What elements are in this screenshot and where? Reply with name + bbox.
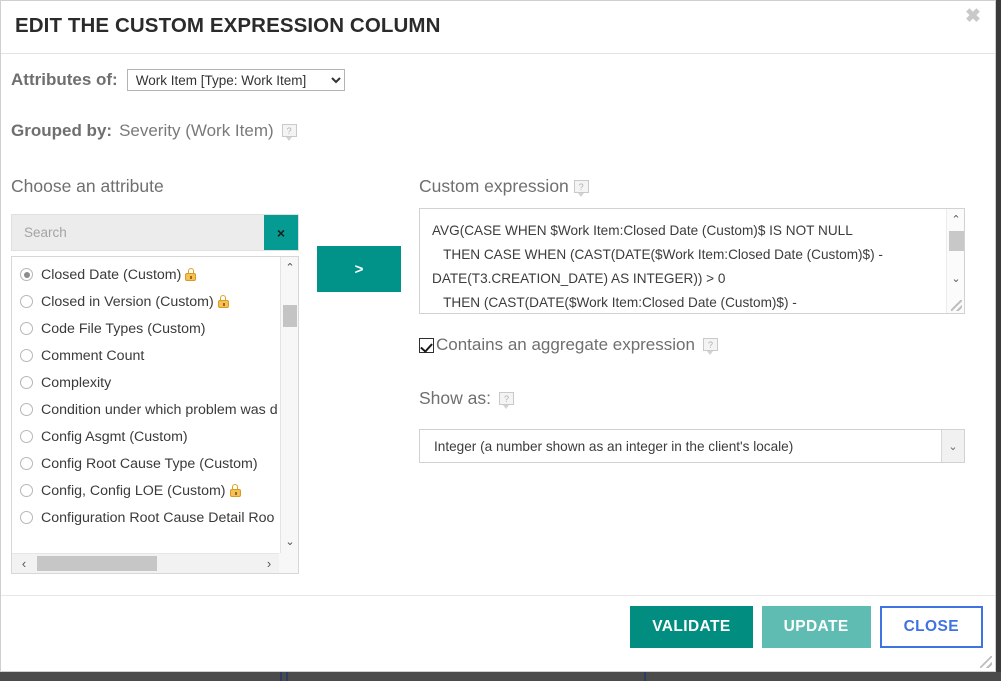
horizontal-scroll-thumb[interactable] bbox=[37, 556, 157, 571]
attribute-listbox[interactable]: Closed Date (Custom) Closed in Version (C… bbox=[11, 256, 299, 574]
grouped-by-value: Severity (Work Item) bbox=[119, 121, 274, 140]
attribute-option[interactable]: Config Root Cause Type (Custom) bbox=[12, 450, 281, 477]
attribute-option[interactable]: Condition under which problem was d bbox=[12, 396, 281, 423]
attributes-of-row: Attributes of: Work Item [Type: Work Ite… bbox=[11, 69, 345, 91]
dialog-header: EDIT THE CUSTOM EXPRESSION COLUMN ✖ bbox=[1, 1, 995, 54]
scroll-up-icon[interactable]: ⌃ bbox=[947, 212, 964, 228]
scroll-down-icon[interactable]: ⌄ bbox=[947, 271, 964, 287]
textarea-resize-handle[interactable] bbox=[951, 300, 962, 311]
help-icon-show-as[interactable]: ? bbox=[498, 391, 514, 409]
lock-icon bbox=[229, 484, 241, 497]
help-icon-glyph: ? bbox=[702, 338, 718, 351]
attribute-list-horizontal-scrollbar[interactable]: ‹ › bbox=[12, 553, 281, 573]
attribute-option-radio[interactable] bbox=[20, 403, 33, 416]
footer-divider bbox=[1, 595, 995, 596]
attribute-option-radio[interactable] bbox=[20, 322, 33, 335]
attribute-option-radio[interactable] bbox=[20, 484, 33, 497]
show-as-label: Show as: bbox=[419, 388, 491, 408]
attribute-option-radio[interactable] bbox=[20, 511, 33, 524]
scroll-left-icon[interactable]: ‹ bbox=[15, 554, 33, 573]
show-as-row: Show as: ? bbox=[419, 388, 514, 409]
custom-expression-field: AVG(CASE WHEN $Work Item:Closed Date (Cu… bbox=[419, 208, 965, 314]
attribute-option-radio[interactable] bbox=[20, 349, 33, 362]
help-icon-aggregate[interactable]: ? bbox=[702, 338, 718, 355]
expression-vertical-scrollbar[interactable]: ⌃ ⌄ bbox=[946, 209, 964, 313]
page-title: EDIT THE CUSTOM EXPRESSION COLUMN bbox=[15, 14, 441, 37]
close-button[interactable]: CLOSE bbox=[879, 606, 983, 648]
attribute-option-label: Comment Count bbox=[41, 347, 145, 364]
attribute-option-label: Config Asgmt (Custom) bbox=[41, 428, 188, 445]
attributes-of-select[interactable]: Work Item [Type: Work Item] bbox=[126, 69, 345, 91]
lock-icon bbox=[185, 268, 197, 281]
attribute-option-label: Complexity bbox=[41, 374, 112, 391]
custom-expression-title-text: Custom expression bbox=[419, 176, 569, 196]
attribute-option[interactable]: Closed Date (Custom) bbox=[12, 261, 281, 288]
scrollbar-tick bbox=[286, 672, 288, 681]
help-icon-glyph: ? bbox=[281, 124, 297, 137]
attribute-option-radio[interactable] bbox=[20, 457, 33, 470]
attribute-option-radio[interactable] bbox=[20, 430, 33, 443]
vertical-scroll-thumb[interactable] bbox=[949, 231, 964, 251]
attribute-option-label: Configuration Root Cause Detail Roo bbox=[41, 509, 275, 526]
help-icon-tail bbox=[285, 137, 292, 141]
attribute-option[interactable]: Configuration Root Cause Detail Roo bbox=[12, 504, 281, 531]
attribute-option[interactable]: Closed in Version (Custom) bbox=[12, 288, 281, 315]
attribute-option-label: Code File Types (Custom) bbox=[41, 320, 206, 337]
help-icon-glyph: ? bbox=[498, 391, 514, 405]
attribute-option-label: Closed Date (Custom) bbox=[41, 266, 182, 283]
scroll-down-icon[interactable]: ⌄ bbox=[281, 533, 298, 551]
attribute-option-label: Config Root Cause Type (Custom) bbox=[41, 455, 258, 472]
attribute-option[interactable]: Config, Config LOE (Custom) bbox=[12, 477, 281, 504]
vertical-scroll-thumb[interactable] bbox=[283, 305, 297, 327]
clear-search-button[interactable]: × bbox=[264, 215, 298, 250]
help-icon-tail bbox=[577, 193, 584, 197]
attribute-list-vertical-scrollbar[interactable]: ⌃ ⌄ bbox=[280, 257, 298, 553]
scroll-right-icon[interactable]: › bbox=[260, 554, 278, 573]
show-as-selected-value: Integer (a number shown as an integer in… bbox=[434, 438, 794, 454]
attribute-option[interactable]: Code File Types (Custom) bbox=[12, 315, 281, 342]
help-icon-tail bbox=[502, 404, 509, 409]
edit-custom-expression-dialog: EDIT THE CUSTOM EXPRESSION COLUMN ✖ Attr… bbox=[0, 0, 996, 672]
help-icon-glyph: ? bbox=[573, 180, 589, 193]
search-input[interactable] bbox=[12, 215, 264, 250]
custom-expression-title: Custom expression ? bbox=[419, 176, 589, 197]
choose-attribute-title: Choose an attribute bbox=[11, 176, 164, 196]
scrollbar-tick bbox=[644, 672, 646, 681]
help-icon-custom-expression[interactable]: ? bbox=[573, 180, 589, 197]
custom-expression-textarea[interactable]: AVG(CASE WHEN $Work Item:Closed Date (Cu… bbox=[420, 209, 948, 313]
update-button[interactable]: UPDATE bbox=[761, 606, 871, 648]
attribute-option-radio[interactable] bbox=[20, 376, 33, 389]
attribute-option-radio[interactable] bbox=[20, 295, 33, 308]
move-right-button[interactable]: > bbox=[317, 246, 401, 292]
attribute-option-label: Config, Config LOE (Custom) bbox=[41, 482, 226, 499]
grouped-by-row: Grouped by: Severity (Work Item) ? bbox=[11, 121, 297, 141]
dialog-footer: VALIDATE UPDATE CLOSE bbox=[1, 606, 995, 671]
help-icon-tail bbox=[706, 351, 713, 355]
grouped-by-label: Grouped by: bbox=[11, 121, 113, 140]
dialog-resize-handle[interactable] bbox=[980, 656, 992, 668]
show-as-select[interactable]: Integer (a number shown as an integer in… bbox=[419, 429, 965, 463]
attribute-option[interactable]: Config Asgmt (Custom) bbox=[12, 423, 281, 450]
attributes-of-label: Attributes of: bbox=[11, 70, 118, 89]
close-icon[interactable]: ✖ bbox=[961, 5, 985, 29]
lock-icon bbox=[217, 295, 229, 308]
scrollbar-corner bbox=[279, 553, 298, 573]
attribute-option-label: Closed in Version (Custom) bbox=[41, 293, 214, 310]
attribute-option-label: Condition under which problem was d bbox=[41, 401, 278, 418]
aggregate-expression-label: Contains an aggregate expression bbox=[436, 335, 695, 354]
scroll-up-icon[interactable]: ⌃ bbox=[281, 259, 298, 277]
scrollbar-tick bbox=[280, 672, 282, 681]
attribute-search-box: × bbox=[11, 214, 299, 251]
attribute-option-radio[interactable] bbox=[20, 268, 33, 281]
aggregate-expression-checkbox[interactable] bbox=[419, 337, 434, 353]
validate-button[interactable]: VALIDATE bbox=[630, 606, 753, 648]
page-horizontal-scrollbar[interactable] bbox=[0, 672, 1001, 681]
attribute-option-list: Closed Date (Custom) Closed in Version (C… bbox=[12, 257, 281, 553]
chevron-down-icon[interactable]: ⌄ bbox=[941, 430, 964, 462]
attribute-option[interactable]: Comment Count bbox=[12, 342, 281, 369]
attribute-option[interactable]: Complexity bbox=[12, 369, 281, 396]
aggregate-expression-row: Contains an aggregate expression ? bbox=[419, 335, 718, 355]
help-icon-grouped-by[interactable]: ? bbox=[281, 124, 297, 141]
